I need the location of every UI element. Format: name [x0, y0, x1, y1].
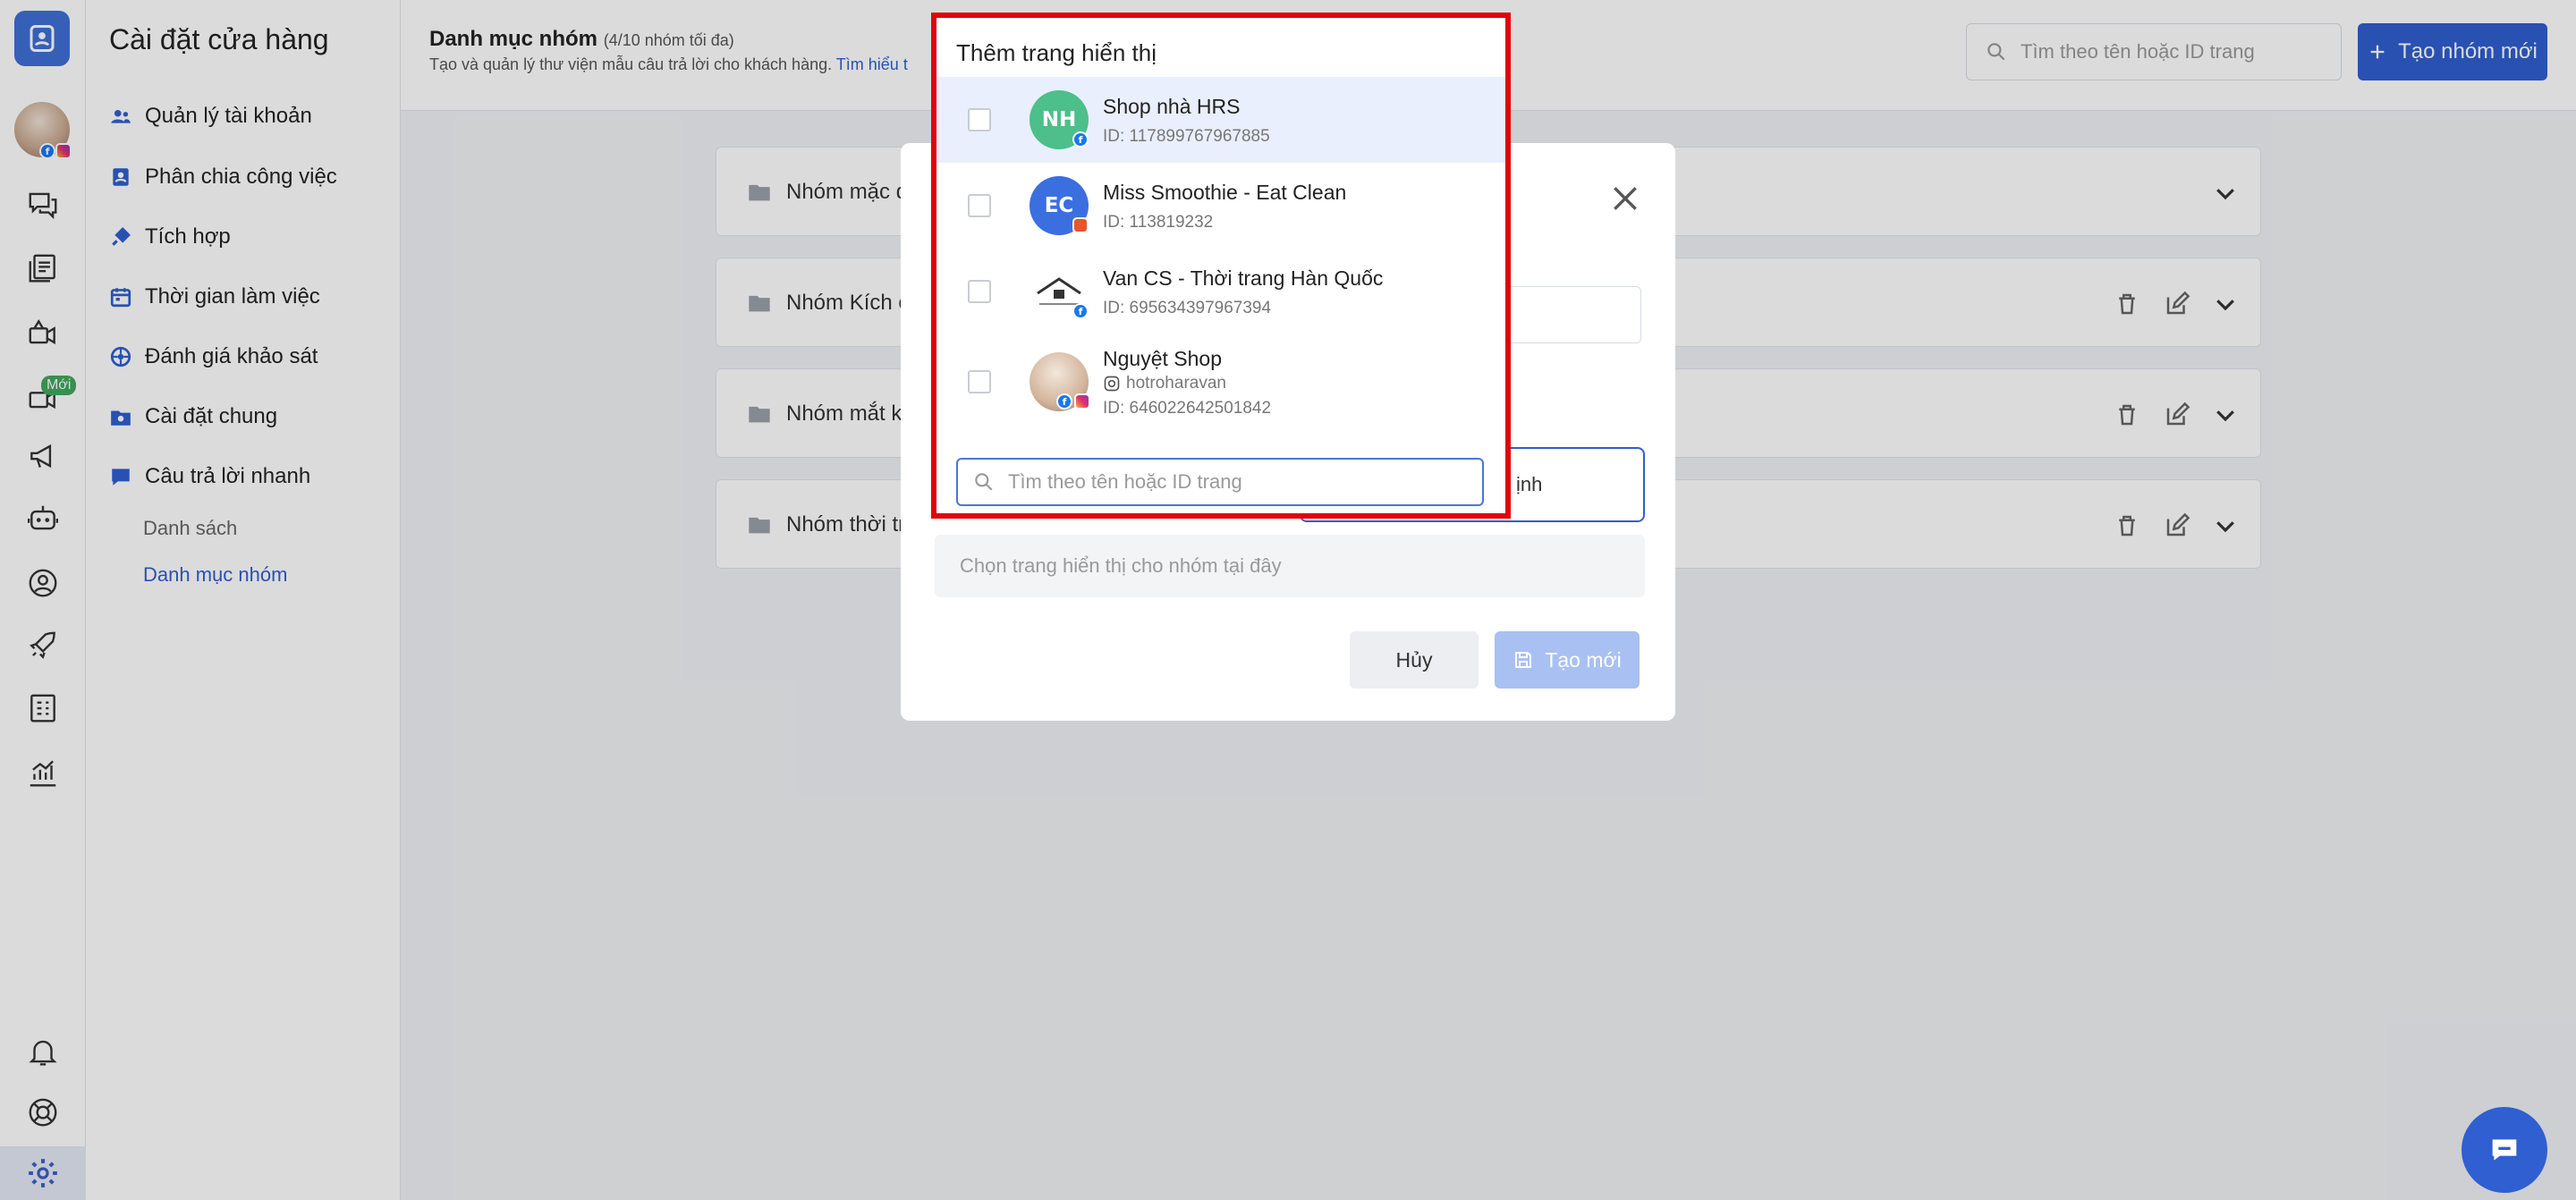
page-name: Shop nhà HRS — [1103, 95, 1241, 118]
page-avatar: f — [1030, 352, 1090, 411]
page-handle: hotroharavan — [1103, 374, 1226, 393]
page-option[interactable]: f Van CS - Thời trang Hàn Quốc ID: 69563… — [936, 249, 1505, 334]
instagram-outline-icon — [1104, 376, 1120, 392]
page-mode-value: ịnh — [1516, 473, 1543, 495]
dropdown-search-placeholder: Tìm theo tên hoặc ID trang — [1008, 470, 1242, 493]
search-icon — [975, 473, 993, 491]
page-initials: NH — [1041, 108, 1077, 131]
cancel-label: Hủy — [1395, 647, 1433, 672]
chat-support-button[interactable] — [2462, 1107, 2547, 1193]
create-label: Tạo mới — [1545, 647, 1622, 672]
chat-icon — [2492, 1139, 2517, 1161]
cancel-button[interactable]: Hủy — [1350, 631, 1479, 689]
page-checkbox[interactable] — [968, 280, 991, 303]
dropdown-search-input[interactable]: Tìm theo tên hoặc ID trang — [956, 458, 1484, 506]
page-avatar: NH f — [1030, 90, 1089, 149]
page-id: ID: 113819232 — [1103, 213, 1214, 232]
facebook-icon: f — [1072, 131, 1089, 148]
page-name: Nguyệt Shop — [1103, 347, 1222, 370]
facebook-icon: f — [1072, 303, 1089, 319]
page-checkbox[interactable] — [968, 370, 991, 393]
page-initials: EC — [1044, 194, 1074, 217]
page-avatar: f — [1030, 262, 1089, 321]
page-id: ID: 695634397967394 — [1103, 299, 1272, 317]
page-name: Miss Smoothie - Eat Clean — [1103, 181, 1347, 204]
page-checkbox[interactable] — [968, 108, 991, 131]
instagram-icon — [1074, 393, 1090, 410]
page-picker-field[interactable]: Chọn trang hiển thị cho nhóm tại đây — [935, 535, 1645, 597]
page-avatar: EC — [1030, 176, 1089, 235]
page-id: ID: 646022642501842 — [1103, 399, 1272, 418]
shop-icon — [1072, 217, 1089, 233]
create-button[interactable]: Tạo mới — [1495, 631, 1640, 689]
facebook-icon: f — [1056, 393, 1072, 410]
dropdown-title: Thêm trang hiển thị — [956, 39, 1157, 66]
page-option[interactable]: EC Miss Smoothie - Eat Clean ID: 1138192… — [936, 163, 1505, 249]
page-option[interactable]: f Nguyệt Shop hotroharavan ID: 646022642… — [936, 334, 1505, 433]
page-name: Van CS - Thời trang Hàn Quốc — [1103, 266, 1384, 290]
page-option[interactable]: NH f Shop nhà HRS ID: 117899767967885 — [936, 77, 1505, 163]
page-id: ID: 117899767967885 — [1103, 127, 1270, 146]
add-display-page-dropdown: Thêm trang hiển thị NH f Shop nhà HRS ID… — [931, 13, 1511, 519]
page-handle-text: hotroharavan — [1126, 374, 1226, 393]
page-checkbox[interactable] — [968, 194, 991, 217]
page-picker-placeholder: Chọn trang hiển thị cho nhóm tại đây — [960, 554, 1282, 577]
close-icon[interactable] — [1607, 181, 1643, 216]
save-icon — [1515, 652, 1532, 668]
